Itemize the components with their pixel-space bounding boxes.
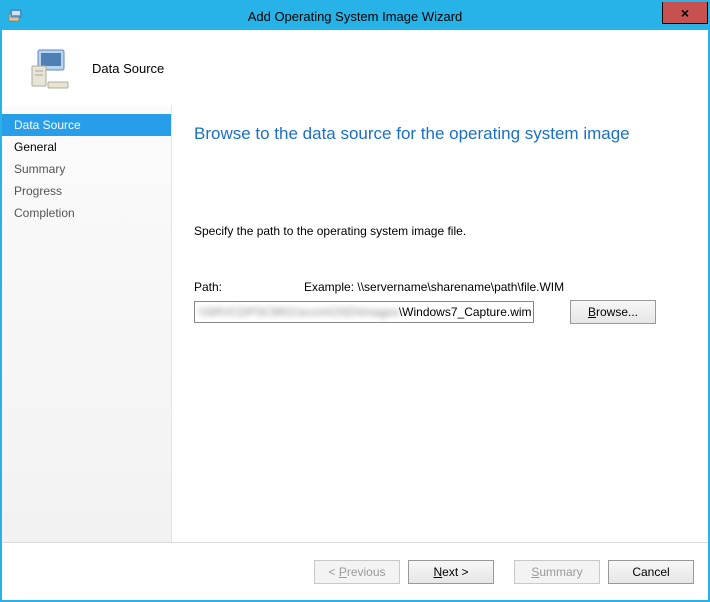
wizard-window: Add Operating System Image Wizard × Data… (0, 0, 710, 602)
path-label: Path: (194, 280, 304, 294)
sidebar-item-label: Data Source (14, 118, 81, 132)
close-button[interactable]: × (662, 2, 708, 24)
wizard-body: Data Source General Summary Progress Com… (2, 106, 708, 542)
path-example: Example: \\servername\sharename\path\fil… (304, 280, 564, 294)
sidebar-item-label: General (14, 140, 57, 154)
previous-button: < Previous (314, 560, 400, 584)
path-input-row: \\SRVCDPSCM01\sccm\OSD\Images\Windows7_C… (194, 300, 686, 324)
next-button[interactable]: Next > (408, 560, 494, 584)
sidebar-item-completion[interactable]: Completion (2, 202, 171, 224)
summary-button: Summary (514, 560, 600, 584)
sidebar-item-progress[interactable]: Progress (2, 180, 171, 202)
page-title: Data Source (92, 61, 164, 76)
sidebar-item-general[interactable]: General (2, 136, 171, 158)
app-icon (8, 8, 24, 24)
computer-icon (26, 44, 74, 92)
sidebar-item-summary[interactable]: Summary (2, 158, 171, 180)
close-icon: × (681, 5, 689, 21)
titlebar: Add Operating System Image Wizard × (2, 2, 708, 30)
page-header: Data Source (2, 30, 708, 106)
path-input[interactable]: \\SRVCDPSCM01\sccm\OSD\Images\Windows7_C… (194, 301, 534, 323)
cancel-button[interactable]: Cancel (608, 560, 694, 584)
wizard-steps-sidebar: Data Source General Summary Progress Com… (2, 106, 172, 542)
path-label-row: Path: Example: \\servername\sharename\pa… (194, 280, 686, 294)
main-panel: Browse to the data source for the operat… (172, 106, 708, 542)
browse-button[interactable]: Browse... (570, 300, 656, 324)
instruction-text: Specify the path to the operating system… (194, 224, 686, 238)
sidebar-item-label: Summary (14, 162, 65, 176)
path-value-obscured: \\SRVCDPSCM01\sccm\OSD\Images (199, 305, 399, 319)
wizard-footer: < Previous Next > Summary Cancel (2, 542, 708, 600)
sidebar-item-data-source[interactable]: Data Source (2, 114, 171, 136)
main-heading: Browse to the data source for the operat… (194, 124, 686, 144)
sidebar-item-label: Progress (14, 184, 62, 198)
path-value-clear: \Windows7_Capture.wim (399, 305, 532, 319)
window-title: Add Operating System Image Wizard (248, 9, 463, 24)
sidebar-item-label: Completion (14, 206, 75, 220)
